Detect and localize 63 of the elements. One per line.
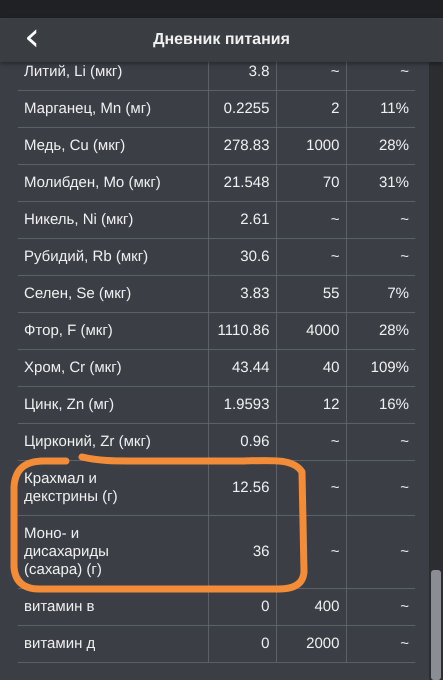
nutrient-name: Литий, Li (мкг) xyxy=(24,63,124,81)
percent-value: 31% xyxy=(378,174,409,191)
nutrient-name: Моно- и дисахариды (сахара) (г) xyxy=(24,525,110,579)
percent-value: ~ xyxy=(400,433,409,450)
percent-value: 109% xyxy=(370,359,409,376)
nutrient-name: Фтор, F (мкг) xyxy=(24,322,114,340)
percent-value: ~ xyxy=(400,63,409,80)
norm-value: 12 xyxy=(322,396,340,413)
amount-value: 36 xyxy=(252,543,270,560)
percent-value: ~ xyxy=(400,211,409,228)
percent-value: ~ xyxy=(400,598,409,615)
page-title: Дневник питания xyxy=(153,31,290,49)
percent-value: 11% xyxy=(380,100,409,117)
percent-value: 16% xyxy=(378,396,409,413)
nutrient-name: Марганец, Mn (мг) xyxy=(24,100,152,118)
amount-value: 0.2255 xyxy=(224,100,270,117)
percent-value: ~ xyxy=(400,635,409,652)
norm-value: ~ xyxy=(330,63,340,80)
norm-value: 400 xyxy=(314,598,340,615)
nutrient-name: Цинк, Zn (мг) xyxy=(24,396,116,414)
norm-value: ~ xyxy=(330,248,340,265)
percent-value: 28% xyxy=(378,137,409,154)
norm-value: ~ xyxy=(330,543,340,560)
norm-value: ~ xyxy=(330,479,340,496)
percent-value: ~ xyxy=(400,479,409,496)
norm-value: ~ xyxy=(330,433,340,450)
nutrient-name: Хром, Cr (мкг) xyxy=(24,359,123,377)
nutrient-name: витамин в xyxy=(24,598,96,616)
amount-value: 0 xyxy=(261,598,270,615)
percent-value: ~ xyxy=(400,248,409,265)
amount-value: 1.9593 xyxy=(224,396,270,413)
norm-value: 1000 xyxy=(306,137,340,154)
amount-value: 3.8 xyxy=(248,63,270,80)
amount-value: 2.61 xyxy=(240,211,270,228)
amount-value: 21.548 xyxy=(224,174,270,191)
amount-value: 12.56 xyxy=(232,479,270,496)
nutrient-name: витамин д xyxy=(24,635,96,653)
percent-value: 7% xyxy=(387,285,409,302)
nutrient-name: Никель, Ni (мкг) xyxy=(24,211,134,229)
nutrient-name: Рубидий, Rb (мкг) xyxy=(24,248,150,266)
norm-value: 2 xyxy=(331,100,340,117)
amount-value: 0 xyxy=(261,635,270,652)
amount-value: 43.44 xyxy=(232,359,270,376)
norm-value: 40 xyxy=(322,359,340,376)
back-button[interactable]: ‹ xyxy=(18,17,46,63)
amount-value: 30.6 xyxy=(240,248,270,265)
nutrient-name: Крахмал и декстрины (г) xyxy=(24,470,119,506)
norm-value: 2000 xyxy=(306,635,340,652)
scrollbar[interactable] xyxy=(429,62,443,680)
norm-value: 70 xyxy=(322,174,340,191)
nutrient-name: Медь, Cu (мкг) xyxy=(24,137,126,155)
amount-value: 278.83 xyxy=(224,137,270,154)
amount-value: 0.96 xyxy=(240,433,270,450)
amount-value: 3.83 xyxy=(240,285,270,302)
nutrient-name: Селен, Se (мкг) xyxy=(24,285,132,303)
norm-value: 55 xyxy=(322,285,340,302)
nutrient-name: Цирконий, Zr (мкг) xyxy=(24,433,152,451)
percent-value: ~ xyxy=(400,543,409,560)
norm-value: ~ xyxy=(330,211,340,228)
amount-value: 1110.86 xyxy=(218,322,270,339)
nutrient-name: Молибден, Mo (мкг) xyxy=(24,174,162,192)
percent-value: 28% xyxy=(378,322,409,339)
norm-value: 4000 xyxy=(306,322,340,339)
